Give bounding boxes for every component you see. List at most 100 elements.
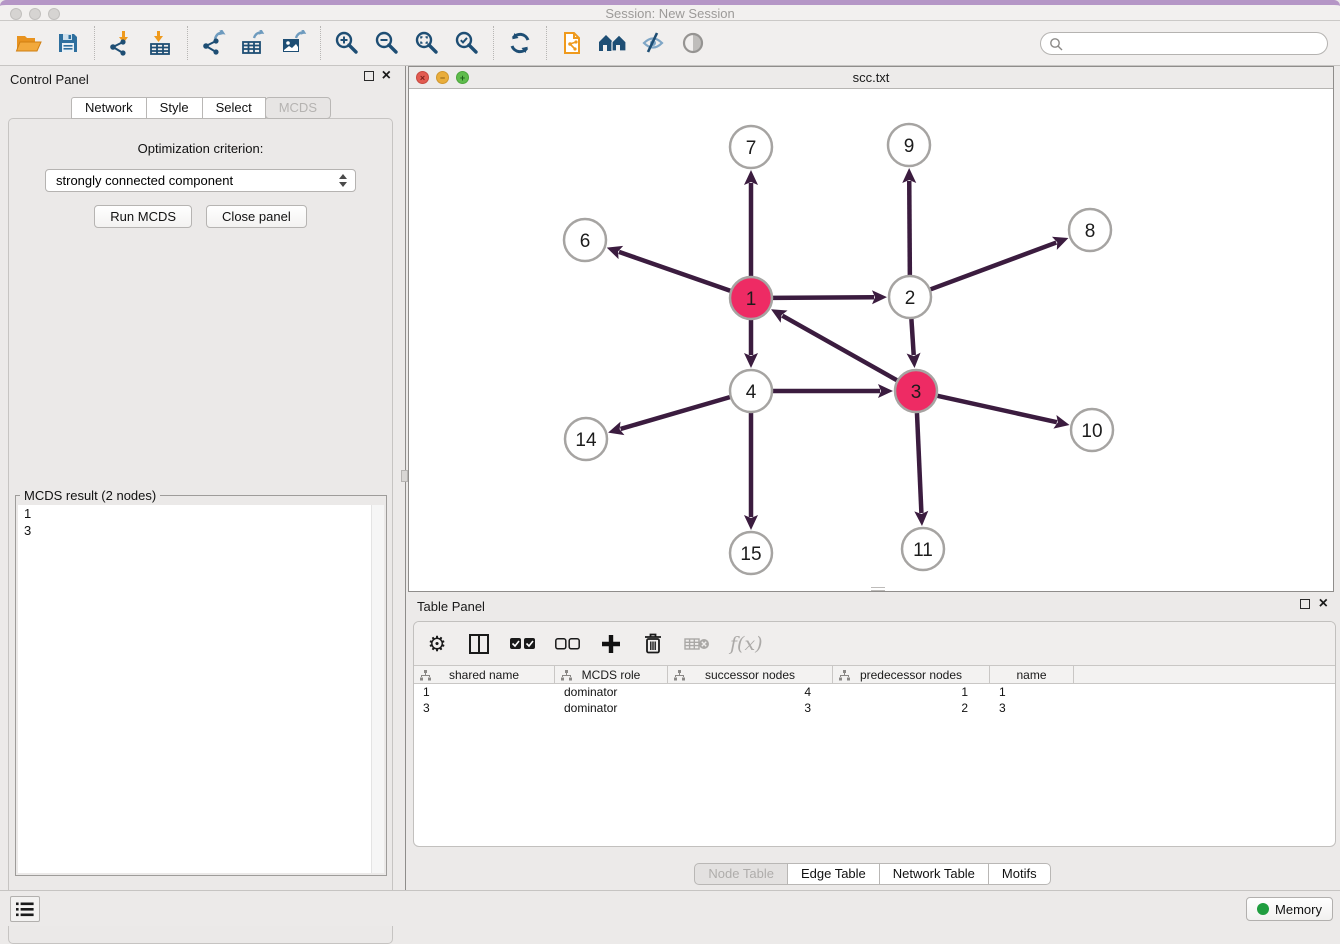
tab-node-table[interactable]: Node Table — [694, 863, 788, 885]
control-panel: Control Panel × NetworkStyleSelectMCDS O… — [0, 66, 401, 890]
criterion-dropdown[interactable]: strongly connected component — [45, 169, 356, 192]
tab-select[interactable]: Select — [202, 97, 266, 119]
graph-edge-2-9[interactable] — [909, 181, 910, 275]
status-bar: Memory — [0, 890, 1340, 926]
tab-network-table[interactable]: Network Table — [879, 863, 989, 885]
table-row[interactable]: 3dominator323 — [414, 700, 1335, 716]
table-cell[interactable]: 3 — [990, 700, 1074, 716]
result-scrollbar[interactable] — [371, 505, 384, 873]
network-canvas[interactable]: 7968124314101511 — [409, 89, 1333, 591]
close-panel-button[interactable]: Close panel — [206, 205, 307, 228]
column-tree-icon — [420, 670, 431, 681]
show-panels-button[interactable] — [10, 896, 40, 922]
zoom-fit-button[interactable] — [407, 25, 447, 61]
deselect-all-button[interactable] — [555, 638, 580, 650]
float-table-panel-icon[interactable] — [1300, 599, 1310, 609]
first-neighbors-button[interactable] — [593, 25, 633, 61]
memory-button[interactable]: Memory — [1246, 897, 1333, 921]
criterion-dropdown-value: strongly connected component — [56, 173, 233, 188]
new-network-button[interactable] — [553, 25, 593, 61]
hide-selected-button[interactable] — [633, 25, 673, 61]
export-table-button[interactable] — [234, 25, 274, 61]
tab-style[interactable]: Style — [146, 97, 203, 119]
table-options-button[interactable]: ⚙ — [426, 634, 448, 654]
search-box[interactable] — [1040, 32, 1328, 55]
graph-edge-4-14[interactable] — [621, 397, 730, 429]
column-header-label: MCDS role — [582, 668, 641, 682]
graph-edge-arrowhead — [744, 170, 758, 185]
graph-node-label-14: 14 — [575, 430, 597, 451]
graph-edge-2-3[interactable] — [911, 319, 913, 355]
graph-edge-3-11[interactable] — [917, 413, 921, 513]
column-visibility-button[interactable] — [468, 633, 490, 655]
show-all-button[interactable] — [673, 25, 713, 61]
table-panel-title: Table Panel — [417, 599, 485, 614]
graph-edge-3-1[interactable] — [782, 316, 896, 381]
save-session-button[interactable] — [48, 25, 88, 61]
home-icon — [598, 32, 628, 54]
mcds-result-group: MCDS result (2 nodes) 13 — [15, 495, 387, 876]
column-header-predecessor-nodes[interactable]: predecessor nodes — [833, 666, 990, 683]
table-cell[interactable]: dominator — [555, 700, 668, 716]
graph-node-label-2: 2 — [905, 288, 916, 309]
graph-edge-2-8[interactable] — [931, 243, 1057, 290]
table-cell[interactable]: 4 — [668, 684, 833, 700]
table-cell[interactable]: dominator — [555, 684, 668, 700]
column-header-successor-nodes[interactable]: successor nodes — [668, 666, 833, 683]
search-input[interactable] — [1068, 37, 1319, 51]
control-panel-title: Control Panel — [10, 72, 89, 87]
memory-status-icon — [1257, 903, 1269, 915]
graph-edge-1-2[interactable] — [773, 297, 874, 298]
zoom-fit-icon — [414, 30, 440, 56]
plus-icon — [601, 634, 621, 654]
export-image-button[interactable] — [274, 25, 314, 61]
toolbar-separator — [546, 26, 547, 60]
import-network-button[interactable] — [101, 25, 141, 61]
table-cell[interactable]: 3 — [668, 700, 833, 716]
run-mcds-button[interactable]: Run MCDS — [94, 205, 192, 228]
delete-table-button[interactable] — [684, 636, 710, 652]
close-panel-icon[interactable]: × — [382, 71, 391, 81]
tab-motifs[interactable]: Motifs — [988, 863, 1051, 885]
table-cell[interactable]: 3 — [414, 700, 555, 716]
delete-column-button[interactable] — [642, 633, 664, 654]
zoom-out-button[interactable] — [367, 25, 407, 61]
apply-layout-button[interactable] — [500, 25, 540, 61]
graph-edge-1-6[interactable] — [619, 252, 730, 291]
network-graph[interactable]: 7968124314101511 — [409, 89, 1333, 591]
table-row[interactable]: 1dominator411 — [414, 684, 1335, 700]
table-cell[interactable]: 1 — [414, 684, 555, 700]
column-header-shared-name[interactable]: shared name — [414, 666, 555, 683]
eye-slash-icon — [640, 31, 666, 55]
export-network-icon — [201, 30, 227, 56]
graph-edge-3-10[interactable] — [937, 396, 1056, 422]
zoom-in-button[interactable] — [327, 25, 367, 61]
column-header-name[interactable]: name — [990, 666, 1074, 683]
table-cell[interactable]: 1 — [990, 684, 1074, 700]
zoom-selected-button[interactable] — [447, 25, 487, 61]
network-window-titlebar[interactable]: × − + scc.txt — [409, 67, 1333, 89]
mcds-result-textarea[interactable]: 13 — [18, 505, 384, 873]
table-cell[interactable]: 1 — [833, 684, 990, 700]
open-file-button[interactable] — [8, 25, 48, 61]
delete-table-icon — [684, 636, 710, 652]
graph-node-label-4: 4 — [746, 382, 757, 403]
splitter-grip[interactable] — [401, 470, 408, 482]
canvas-resize-grip[interactable] — [871, 587, 885, 591]
zoom-out-icon — [374, 30, 400, 56]
add-column-button[interactable] — [600, 634, 622, 654]
float-panel-icon[interactable] — [364, 71, 374, 81]
column-header-label: successor nodes — [705, 668, 795, 682]
toolbar-separator — [94, 26, 95, 60]
graph-edge-arrowhead — [878, 384, 893, 398]
function-builder-button[interactable]: f(x) — [730, 633, 763, 655]
close-table-panel-icon[interactable]: × — [1319, 599, 1328, 609]
select-all-button[interactable] — [510, 638, 535, 650]
tab-network[interactable]: Network — [71, 97, 147, 119]
export-network-button[interactable] — [194, 25, 234, 61]
tab-mcds[interactable]: MCDS — [265, 97, 331, 119]
column-header-MCDS-role[interactable]: MCDS role — [555, 666, 668, 683]
table-cell[interactable]: 2 — [833, 700, 990, 716]
import-table-button[interactable] — [141, 25, 181, 61]
tab-edge-table[interactable]: Edge Table — [787, 863, 880, 885]
